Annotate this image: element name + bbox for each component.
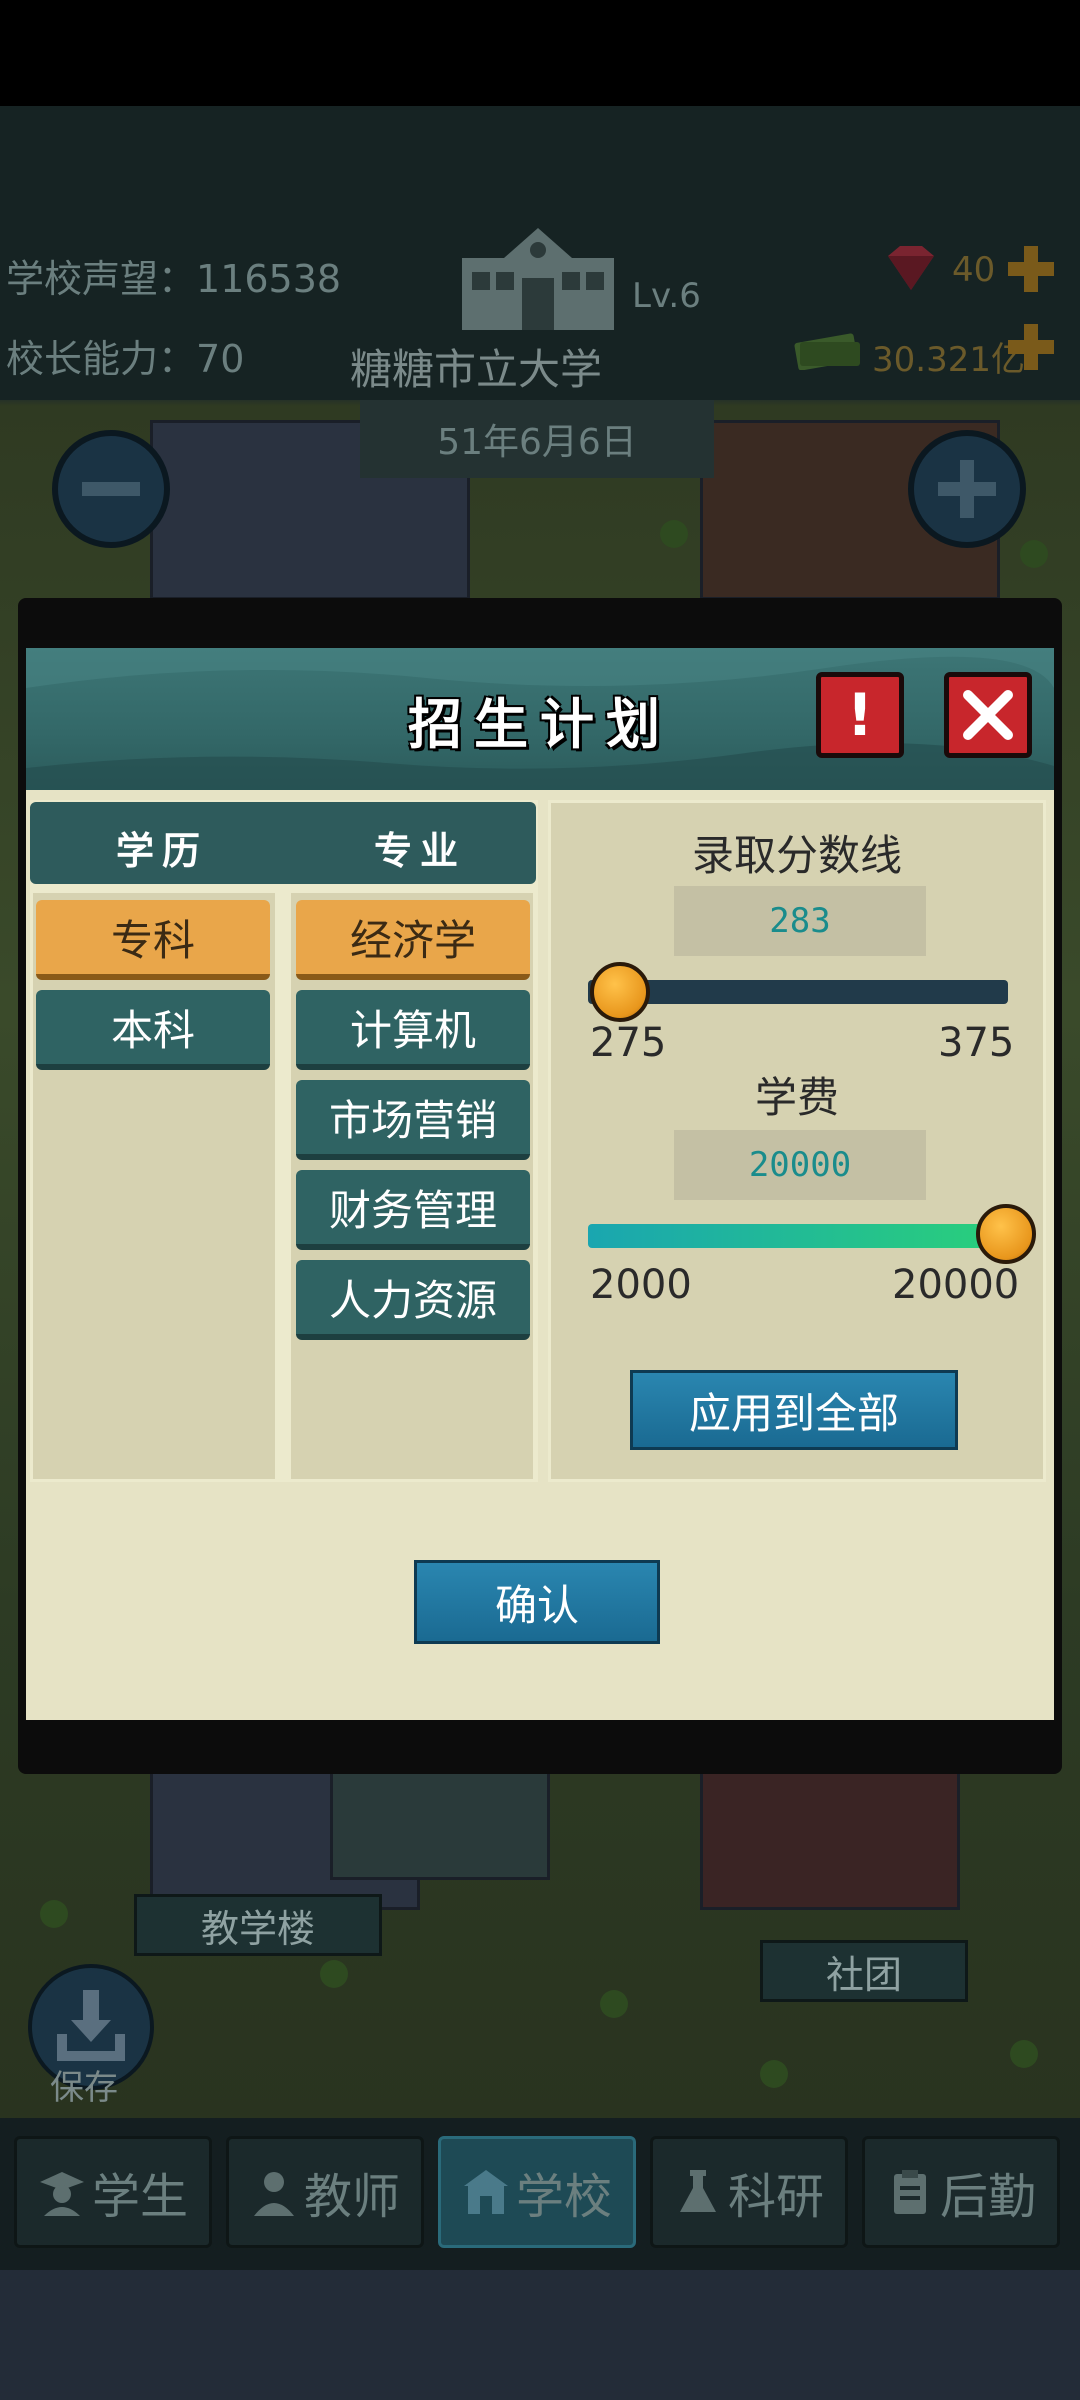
map-tree [40, 1900, 68, 1928]
help-button[interactable]: ! [816, 672, 904, 758]
club-text: 社团 [825, 1952, 902, 1997]
cutoff-score-slider-knob[interactable] [590, 962, 650, 1022]
major-item-hr[interactable]: 人力资源 [296, 1260, 530, 1340]
map-tree [1010, 2040, 1038, 2068]
save-label: 保存 [50, 2068, 118, 2108]
cutoff-score-value-box: 283 [674, 886, 926, 956]
apply-to-all-label: 应用到全部 [688, 1388, 899, 1438]
zoom-in-button[interactable] [908, 430, 1026, 548]
school-icon [463, 2170, 508, 2214]
cash-icon [794, 333, 860, 370]
nav-tab-label: 教师 [303, 2169, 400, 2225]
education-item-benke[interactable]: 本科 [36, 990, 270, 1070]
tuition-slider-knob[interactable] [976, 1204, 1036, 1264]
dialog-title: 招生计划 [408, 693, 672, 756]
major-item-marketing[interactable]: 市场营销 [296, 1080, 530, 1160]
reputation-label: 学校声望： [6, 257, 197, 301]
nav-tab-teachers[interactable]: 教师 [226, 2136, 424, 2248]
map-tree [320, 1960, 348, 1988]
selection-panel-header: 学历 专业 [30, 802, 536, 884]
add-gems-button[interactable] [1006, 244, 1056, 294]
student-icon [39, 2172, 84, 2216]
ability-value: 70 [196, 337, 245, 381]
cutoff-min-label: 275 [590, 1020, 667, 1066]
cash-count: 30.321亿 [872, 340, 1025, 380]
major-item-label: 经济学 [349, 915, 476, 965]
confirm-button[interactable]: 确认 [414, 1560, 660, 1644]
game-date: 51年6月6日 [360, 400, 714, 478]
tuition-label: 学费 [754, 1073, 839, 1122]
education-item-label: 专科 [110, 915, 195, 965]
cutoff-max-label: 375 [938, 1020, 1015, 1066]
reputation-value: 116538 [196, 257, 342, 301]
cutoff-score-slider[interactable] [588, 980, 1008, 1004]
club-label[interactable]: 社团 [760, 1940, 968, 2002]
reputation-stat: 学校声望：116538 [6, 248, 341, 303]
flask-icon [679, 2170, 716, 2212]
school-building-icon [462, 228, 614, 330]
exclamation-icon: ! [846, 681, 874, 749]
major-item-label: 计算机 [349, 1005, 476, 1055]
tuition-min-label: 2000 [590, 1262, 692, 1308]
ability-stat: 校长能力：70 [6, 328, 244, 383]
apply-to-all-button[interactable]: 应用到全部 [630, 1370, 958, 1450]
map-tree [660, 520, 688, 548]
add-cash-button[interactable] [1006, 322, 1056, 372]
gem-count: 40 [952, 250, 996, 290]
map-tree [760, 2060, 788, 2088]
major-item-computer[interactable]: 计算机 [296, 990, 530, 1070]
school-level: Lv.6 [632, 276, 701, 316]
teacher-icon [253, 2172, 294, 2216]
map-court [330, 1770, 550, 1880]
map-tree [1020, 540, 1048, 568]
minus-icon [82, 482, 140, 496]
cutoff-score-label: 录取分数线 [691, 831, 902, 880]
education-column-header: 学历 [116, 829, 209, 873]
close-button[interactable] [944, 672, 1032, 758]
confirm-label: 确认 [494, 1580, 579, 1630]
system-navigation-bar [0, 2270, 1080, 2400]
tuition-slider[interactable] [588, 1224, 1008, 1248]
clipboard-icon [893, 2170, 926, 2214]
zoom-out-button[interactable] [52, 430, 170, 548]
teaching-building-text: 教学楼 [200, 1906, 315, 1951]
game-date-text: 51年6月6日 [437, 422, 637, 463]
plus-icon [938, 460, 996, 518]
nav-tab-school[interactable]: 学校 [438, 2136, 636, 2248]
major-item-label: 财务管理 [328, 1185, 497, 1235]
major-column-header: 专业 [374, 829, 467, 873]
gem-icon [888, 246, 934, 290]
nav-tab-label: 后勤 [939, 2169, 1036, 2225]
nav-tab-logistics[interactable]: 后勤 [862, 2136, 1060, 2248]
education-item-zhuanke[interactable]: 专科 [36, 900, 270, 980]
major-item-economics[interactable]: 经济学 [296, 900, 530, 980]
nav-tab-label: 学校 [515, 2169, 612, 2225]
nav-tab-label: 科研 [727, 2169, 824, 2225]
teaching-building-label[interactable]: 教学楼 [134, 1894, 382, 1956]
ability-label: 校长能力： [6, 337, 197, 381]
cutoff-score-value: 283 [769, 901, 831, 941]
education-item-label: 本科 [110, 1005, 195, 1055]
tuition-max-label: 20000 [892, 1262, 1020, 1308]
map-tree [600, 1990, 628, 2018]
map-building [700, 1760, 960, 1910]
nav-tab-students[interactable]: 学生 [14, 2136, 212, 2248]
tuition-value-box: 20000 [674, 1130, 926, 1200]
nav-tab-label: 学生 [91, 2169, 188, 2225]
major-item-finance[interactable]: 财务管理 [296, 1170, 530, 1250]
close-icon [963, 690, 1013, 740]
school-name: 糖糖市立大学 [350, 345, 603, 394]
major-item-label: 人力资源 [328, 1275, 497, 1325]
major-item-label: 市场营销 [328, 1095, 497, 1145]
status-bar [0, 0, 1080, 106]
tuition-value: 20000 [748, 1145, 852, 1185]
nav-tab-research[interactable]: 科研 [650, 2136, 848, 2248]
